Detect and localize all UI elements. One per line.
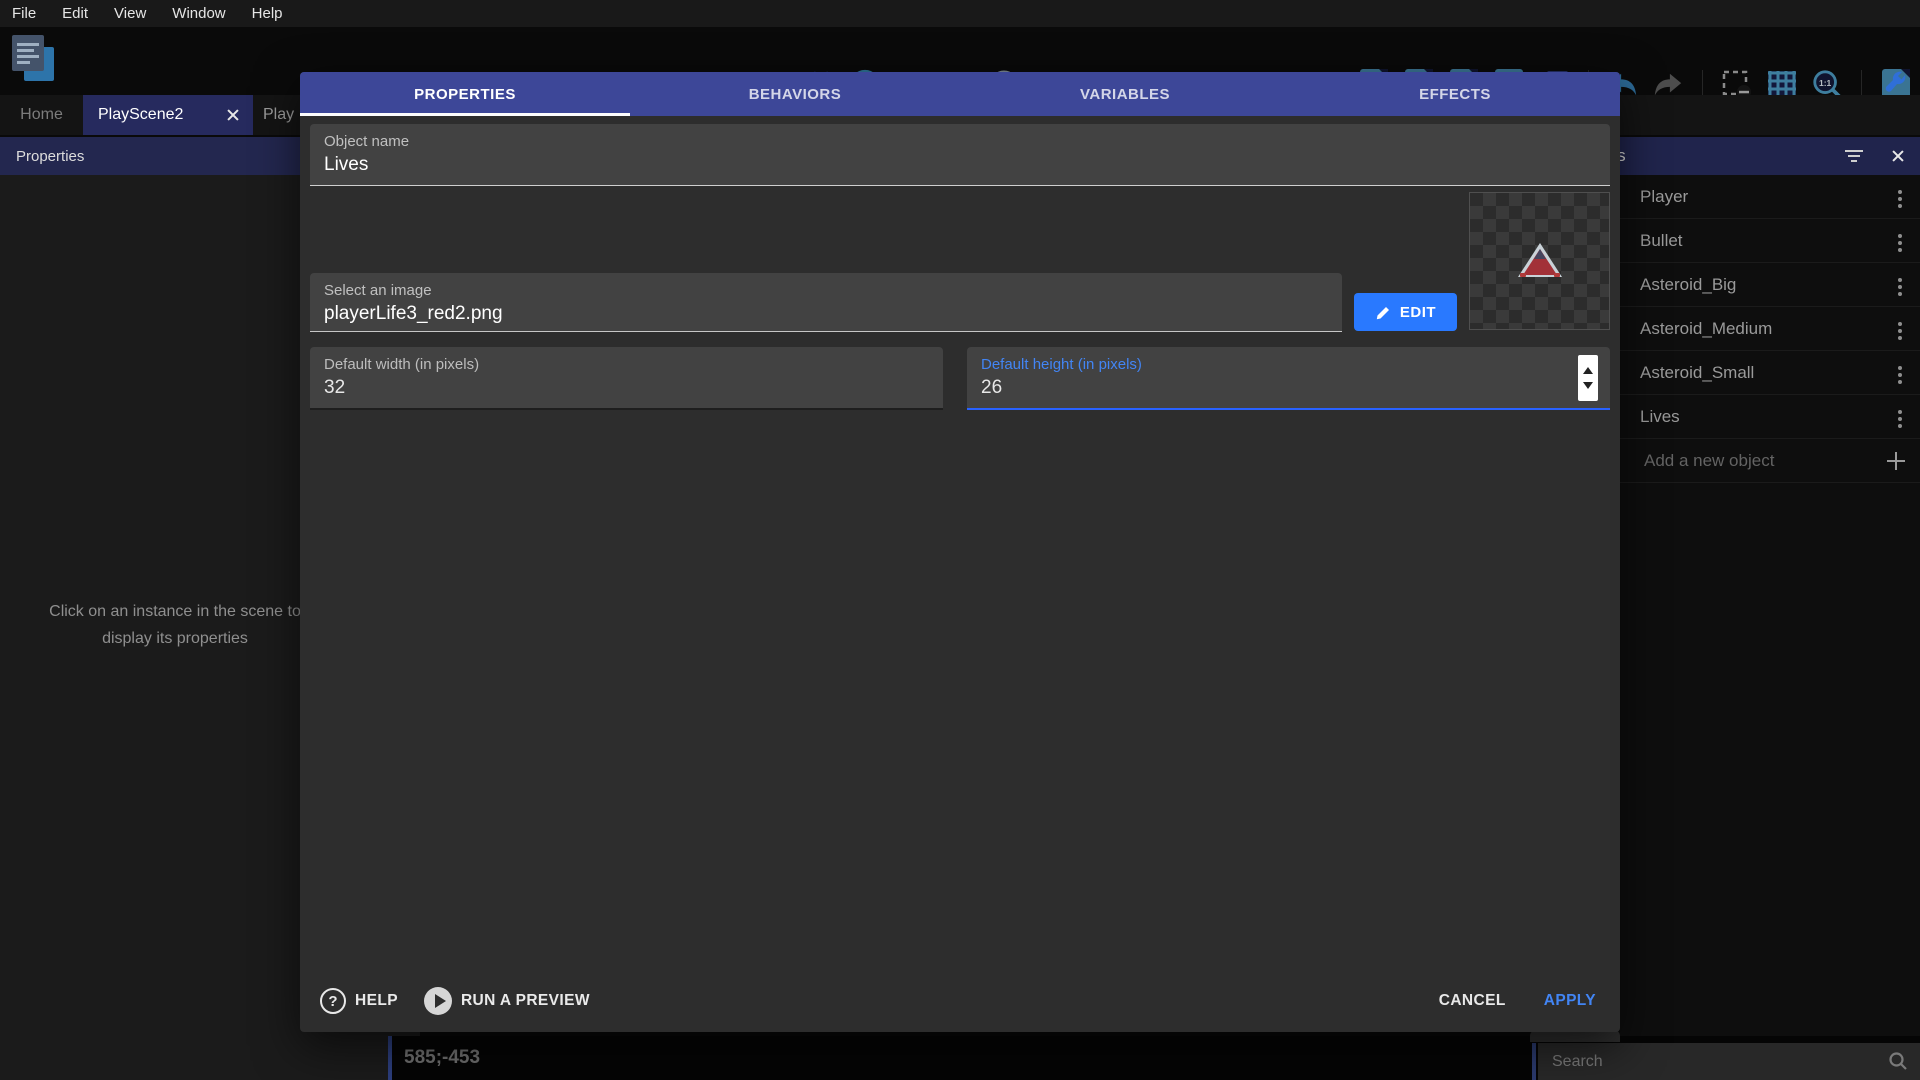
edit-image-button[interactable]: EDIT — [1354, 293, 1457, 331]
gdevelop-window: File Edit View Window Help — [0, 0, 1920, 1080]
search-input[interactable] — [1552, 1043, 1872, 1080]
cursor-coordinates: 585;-453 — [404, 1047, 480, 1069]
help-button[interactable]: ? HELP — [320, 988, 398, 1014]
object-item-player[interactable]: Player — [1620, 175, 1920, 219]
object-item-bullet[interactable]: Bullet — [1620, 219, 1920, 263]
properties-empty-message: Click on an instance in the scene to dis… — [0, 598, 350, 652]
default-width-label: Default width (in pixels) — [324, 356, 479, 373]
kebab-menu-icon[interactable] — [1898, 231, 1902, 255]
project-manager-icon[interactable] — [12, 35, 56, 83]
search-edge-highlight — [1532, 1043, 1536, 1080]
run-preview-button[interactable]: RUN A PREVIEW — [424, 987, 590, 1015]
pencil-icon — [1375, 304, 1392, 321]
sprite-thumbnail[interactable] — [1469, 192, 1610, 330]
filter-icon[interactable] — [1844, 149, 1864, 163]
tab-variables[interactable]: VARIABLES — [960, 72, 1290, 116]
default-height-label: Default height (in pixels) — [981, 356, 1142, 373]
add-new-object-row[interactable]: Add a new object — [1620, 439, 1920, 483]
number-stepper[interactable] — [1578, 355, 1598, 401]
kebab-menu-icon[interactable] — [1898, 187, 1902, 211]
search-icon[interactable] — [1888, 1051, 1908, 1076]
default-height-value[interactable]: 26 — [981, 377, 1002, 399]
play-icon — [424, 987, 452, 1015]
default-width-field[interactable]: Default width (in pixels) 32 — [310, 347, 943, 410]
canvas-edge-highlight — [388, 1036, 392, 1080]
kebab-menu-icon[interactable] — [1898, 407, 1902, 431]
object-name-label: Object name — [324, 133, 409, 150]
object-item-asteroid-medium[interactable]: Asteroid_Medium — [1620, 307, 1920, 351]
image-select-field[interactable]: Select an image playerLife3_red2.png — [310, 273, 1342, 332]
dialog-actions: CANCEL APPLY — [1439, 992, 1596, 1010]
image-select-label: Select an image — [324, 282, 432, 299]
ship-sprite — [1515, 240, 1565, 282]
default-width-value[interactable]: 32 — [324, 377, 345, 399]
menu-help[interactable]: Help — [252, 5, 283, 22]
menu-view[interactable]: View — [114, 5, 146, 22]
objects-panel-header: Objects — [1620, 137, 1920, 175]
object-editor-dialog: PROPERTIES BEHAVIORS VARIABLES EFFECTS O… — [300, 72, 1620, 1032]
object-name-value[interactable]: Lives — [324, 154, 368, 176]
dialog-footer: ? HELP RUN A PREVIEW CANCEL APPLY — [320, 986, 1596, 1016]
objects-panel: Objects Player Bullet Asteroid_Big Aster… — [1620, 137, 1920, 1036]
edit-button-label: EDIT — [1400, 304, 1436, 321]
zoom-ratio-label: 1:1 — [1819, 78, 1832, 88]
object-search-bar — [1538, 1043, 1920, 1080]
left-panel-bottom — [0, 1036, 388, 1080]
menu-bar: File Edit View Window Help — [0, 0, 1920, 27]
bottom-strip: 585;-453 — [0, 1036, 1920, 1080]
tab-close-icon[interactable] — [226, 108, 240, 122]
kebab-menu-icon[interactable] — [1898, 363, 1902, 387]
apply-button[interactable]: APPLY — [1544, 992, 1596, 1010]
tab-effects[interactable]: EFFECTS — [1290, 72, 1620, 116]
cancel-button[interactable]: CANCEL — [1439, 992, 1506, 1010]
object-item-asteroid-big[interactable]: Asteroid_Big — [1620, 263, 1920, 307]
tab-properties[interactable]: PROPERTIES — [300, 72, 630, 116]
stepper-up-icon[interactable] — [1583, 367, 1593, 374]
properties-panel-title: Properties — [16, 148, 84, 165]
close-panel-icon[interactable] — [1890, 148, 1906, 164]
kebab-menu-icon[interactable] — [1898, 275, 1902, 299]
plus-icon[interactable] — [1887, 452, 1905, 470]
kebab-menu-icon[interactable] — [1898, 319, 1902, 343]
stepper-down-icon[interactable] — [1583, 382, 1593, 389]
tab-playscene2[interactable]: PlayScene2 — [83, 95, 253, 135]
object-item-asteroid-small[interactable]: Asteroid_Small — [1620, 351, 1920, 395]
menu-window[interactable]: Window — [172, 5, 225, 22]
default-height-field[interactable]: Default height (in pixels) 26 — [967, 347, 1610, 410]
menu-file[interactable]: File — [12, 5, 36, 22]
object-name-field[interactable]: Object name Lives — [310, 124, 1610, 186]
menu-edit[interactable]: Edit — [62, 5, 88, 22]
object-item-lives[interactable]: Lives — [1620, 395, 1920, 439]
tab-behaviors[interactable]: BEHAVIORS — [630, 72, 960, 116]
help-icon: ? — [320, 988, 346, 1014]
dialog-tab-bar: PROPERTIES BEHAVIORS VARIABLES EFFECTS — [300, 72, 1620, 116]
tab-home[interactable]: Home — [0, 95, 83, 135]
image-filename-value[interactable]: playerLife3_red2.png — [324, 303, 503, 325]
project-manager-front-sheet — [12, 35, 44, 71]
tab-playscene2-label: PlayScene2 — [98, 106, 183, 124]
